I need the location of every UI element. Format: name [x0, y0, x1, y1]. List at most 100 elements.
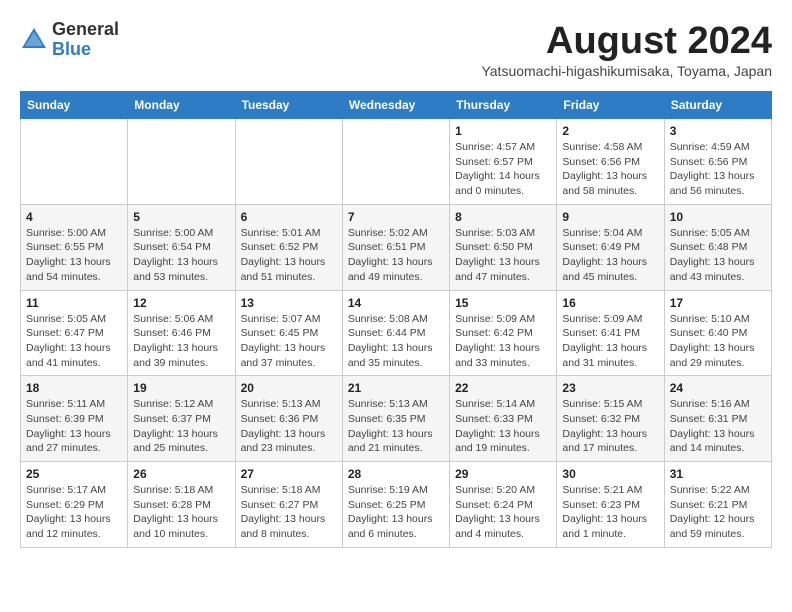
day-info: Sunrise: 5:05 AM Sunset: 6:47 PM Dayligh…	[26, 312, 122, 371]
day-info: Sunrise: 5:02 AM Sunset: 6:51 PM Dayligh…	[348, 226, 444, 285]
day-cell: 27 Sunrise: 5:18 AM Sunset: 6:27 PM Dayli…	[235, 462, 342, 548]
day-info: Sunrise: 5:22 AM Sunset: 6:21 PM Dayligh…	[670, 483, 766, 542]
column-header-tuesday: Tuesday	[235, 92, 342, 119]
week-row-2: 4Sunrise: 5:00 AM Sunset: 6:55 PM Daylig…	[21, 204, 772, 290]
day-info: Sunrise: 5:11 AM Sunset: 6:39 PM Dayligh…	[26, 397, 122, 456]
day-info: Sunrise: 5:08 AM Sunset: 6:44 PM Dayligh…	[348, 312, 444, 371]
week-row-3: 11Sunrise: 5:05 AM Sunset: 6:47 PM Dayli…	[21, 290, 772, 376]
day-cell: 17 Sunrise: 5:10 AM Sunset: 6:40 PM Dayli…	[664, 290, 771, 376]
day-number: 24	[670, 381, 766, 395]
column-header-thursday: Thursday	[450, 92, 557, 119]
day-cell: 19Sunrise: 5:12 AM Sunset: 6:37 PM Dayli…	[128, 376, 235, 462]
day-info: Sunrise: 5:20 AM Sunset: 6:24 PM Dayligh…	[455, 483, 551, 542]
subtitle: Yatsuomachi-higashikumisaka, Toyama, Jap…	[481, 63, 772, 79]
day-cell: 15Sunrise: 5:09 AM Sunset: 6:42 PM Dayli…	[450, 290, 557, 376]
day-cell: 24 Sunrise: 5:16 AM Sunset: 6:31 PM Dayli…	[664, 376, 771, 462]
day-number: 14	[348, 296, 444, 310]
day-info: Sunrise: 5:13 AM Sunset: 6:36 PM Dayligh…	[241, 397, 337, 456]
day-info: Sunrise: 5:03 AM Sunset: 6:50 PM Dayligh…	[455, 226, 551, 285]
day-info: Sunrise: 5:18 AM Sunset: 6:28 PM Dayligh…	[133, 483, 229, 542]
logo-icon	[20, 26, 48, 54]
day-cell	[342, 119, 449, 205]
week-row-5: 25 Sunrise: 5:17 AM Sunset: 6:29 PM Dayli…	[21, 462, 772, 548]
day-info: Sunrise: 5:07 AM Sunset: 6:45 PM Dayligh…	[241, 312, 337, 371]
day-cell: 5Sunrise: 5:00 AM Sunset: 6:54 PM Daylig…	[128, 204, 235, 290]
column-header-monday: Monday	[128, 92, 235, 119]
day-info: Sunrise: 5:16 AM Sunset: 6:31 PM Dayligh…	[670, 397, 766, 456]
column-header-saturday: Saturday	[664, 92, 771, 119]
day-number: 9	[562, 210, 658, 224]
day-cell: 21Sunrise: 5:13 AM Sunset: 6:35 PM Dayli…	[342, 376, 449, 462]
column-header-wednesday: Wednesday	[342, 92, 449, 119]
day-info: Sunrise: 5:21 AM Sunset: 6:23 PM Dayligh…	[562, 483, 658, 542]
day-cell: 1 Sunrise: 4:57 AM Sunset: 6:57 PM Daylig…	[450, 119, 557, 205]
day-number: 8	[455, 210, 551, 224]
page-container: General Blue August 2024 Yatsuomachi-hig…	[20, 20, 772, 548]
day-number: 17	[670, 296, 766, 310]
day-info: Sunrise: 5:18 AM Sunset: 6:27 PM Dayligh…	[241, 483, 337, 542]
day-cell: 11Sunrise: 5:05 AM Sunset: 6:47 PM Dayli…	[21, 290, 128, 376]
day-cell: 16Sunrise: 5:09 AM Sunset: 6:41 PM Dayli…	[557, 290, 664, 376]
day-cell: 3Sunrise: 4:59 AM Sunset: 6:56 PM Daylig…	[664, 119, 771, 205]
day-info: Sunrise: 5:14 AM Sunset: 6:33 PM Dayligh…	[455, 397, 551, 456]
month-title: August 2024	[481, 20, 772, 63]
day-cell: 22 Sunrise: 5:14 AM Sunset: 6:33 PM Dayli…	[450, 376, 557, 462]
day-number: 12	[133, 296, 229, 310]
day-info: Sunrise: 5:19 AM Sunset: 6:25 PM Dayligh…	[348, 483, 444, 542]
day-cell: 2 Sunrise: 4:58 AM Sunset: 6:56 PM Daylig…	[557, 119, 664, 205]
day-info: Sunrise: 5:01 AM Sunset: 6:52 PM Dayligh…	[241, 226, 337, 285]
day-info: Sunrise: 5:10 AM Sunset: 6:40 PM Dayligh…	[670, 312, 766, 371]
day-cell	[235, 119, 342, 205]
header: General Blue August 2024 Yatsuomachi-hig…	[20, 20, 772, 87]
header-row: SundayMondayTuesdayWednesdayThursdayFrid…	[21, 92, 772, 119]
day-info: Sunrise: 5:15 AM Sunset: 6:32 PM Dayligh…	[562, 397, 658, 456]
day-cell: 12 Sunrise: 5:06 AM Sunset: 6:46 PM Dayli…	[128, 290, 235, 376]
day-number: 31	[670, 467, 766, 481]
day-cell: 29Sunrise: 5:20 AM Sunset: 6:24 PM Dayli…	[450, 462, 557, 548]
day-cell: 31 Sunrise: 5:22 AM Sunset: 6:21 PM Dayli…	[664, 462, 771, 548]
day-number: 23	[562, 381, 658, 395]
day-cell: 23 Sunrise: 5:15 AM Sunset: 6:32 PM Dayli…	[557, 376, 664, 462]
day-cell: 7 Sunrise: 5:02 AM Sunset: 6:51 PM Daylig…	[342, 204, 449, 290]
day-info: Sunrise: 4:58 AM Sunset: 6:56 PM Dayligh…	[562, 140, 658, 199]
day-number: 2	[562, 124, 658, 138]
week-row-4: 18 Sunrise: 5:11 AM Sunset: 6:39 PM Dayli…	[21, 376, 772, 462]
day-number: 10	[670, 210, 766, 224]
day-cell	[128, 119, 235, 205]
day-number: 28	[348, 467, 444, 481]
day-number: 25	[26, 467, 122, 481]
day-number: 19	[133, 381, 229, 395]
day-info: Sunrise: 4:57 AM Sunset: 6:57 PM Dayligh…	[455, 140, 551, 199]
day-number: 26	[133, 467, 229, 481]
day-number: 20	[241, 381, 337, 395]
day-info: Sunrise: 5:17 AM Sunset: 6:29 PM Dayligh…	[26, 483, 122, 542]
day-cell: 6Sunrise: 5:01 AM Sunset: 6:52 PM Daylig…	[235, 204, 342, 290]
day-info: Sunrise: 5:00 AM Sunset: 6:54 PM Dayligh…	[133, 226, 229, 285]
title-area: August 2024 Yatsuomachi-higashikumisaka,…	[481, 20, 772, 87]
day-number: 18	[26, 381, 122, 395]
day-cell: 9Sunrise: 5:04 AM Sunset: 6:49 PM Daylig…	[557, 204, 664, 290]
day-info: Sunrise: 5:06 AM Sunset: 6:46 PM Dayligh…	[133, 312, 229, 371]
day-number: 1	[455, 124, 551, 138]
day-number: 4	[26, 210, 122, 224]
day-info: Sunrise: 5:05 AM Sunset: 6:48 PM Dayligh…	[670, 226, 766, 285]
day-number: 7	[348, 210, 444, 224]
day-number: 22	[455, 381, 551, 395]
logo-text: General Blue	[52, 20, 119, 60]
logo-general: General	[52, 19, 119, 39]
day-cell: 8 Sunrise: 5:03 AM Sunset: 6:50 PM Daylig…	[450, 204, 557, 290]
day-cell: 28 Sunrise: 5:19 AM Sunset: 6:25 PM Dayli…	[342, 462, 449, 548]
day-number: 27	[241, 467, 337, 481]
day-info: Sunrise: 4:59 AM Sunset: 6:56 PM Dayligh…	[670, 140, 766, 199]
day-number: 30	[562, 467, 658, 481]
day-cell: 10 Sunrise: 5:05 AM Sunset: 6:48 PM Dayli…	[664, 204, 771, 290]
logo-area: General Blue	[20, 20, 119, 60]
day-number: 16	[562, 296, 658, 310]
day-number: 21	[348, 381, 444, 395]
day-cell: 20 Sunrise: 5:13 AM Sunset: 6:36 PM Dayli…	[235, 376, 342, 462]
column-header-friday: Friday	[557, 92, 664, 119]
day-cell: 18 Sunrise: 5:11 AM Sunset: 6:39 PM Dayli…	[21, 376, 128, 462]
day-cell: 30 Sunrise: 5:21 AM Sunset: 6:23 PM Dayli…	[557, 462, 664, 548]
day-cell: 4Sunrise: 5:00 AM Sunset: 6:55 PM Daylig…	[21, 204, 128, 290]
day-cell: 13Sunrise: 5:07 AM Sunset: 6:45 PM Dayli…	[235, 290, 342, 376]
